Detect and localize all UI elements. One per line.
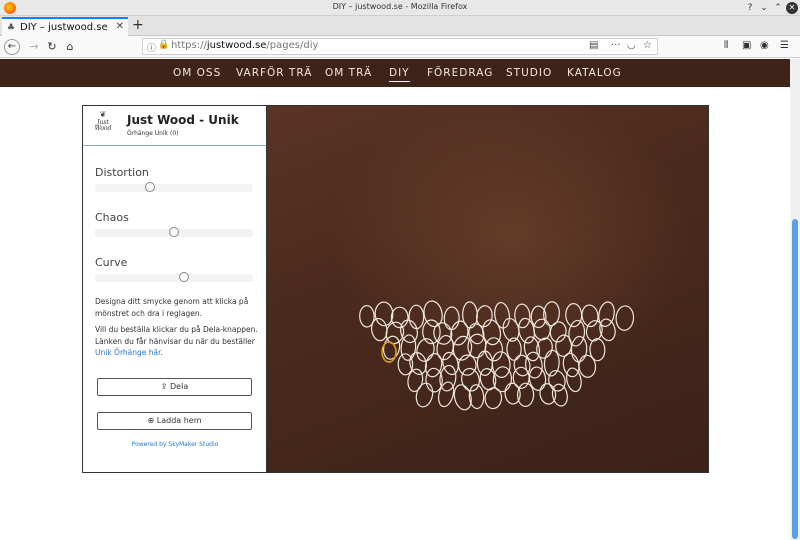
menu-icon[interactable]: ☰ [780, 40, 789, 51]
close-window-icon[interactable]: ✕ [786, 2, 798, 14]
share-button[interactable]: ⇪ Dela [97, 378, 252, 396]
forward-arrow-icon[interactable]: → [26, 39, 42, 55]
order-instructions: Vill du beställa klickar du på Dela-knap… [95, 325, 258, 357]
ring-pattern[interactable] [267, 106, 710, 474]
scrollbar-thumb[interactable] [792, 219, 798, 539]
nav-item-om-tra[interactable]: OM TRÄ [325, 67, 372, 79]
tab-close-icon[interactable]: ✕ [116, 21, 124, 32]
download-button[interactable]: ⊕ Ladda hem [97, 412, 252, 430]
unik-orhange-link[interactable]: Unik Örhänge här [95, 348, 161, 357]
panel-header: ❦ Just Wood Just Wood - Unik Örhänge Uni… [83, 106, 267, 146]
library-icon[interactable]: ⫴ [724, 40, 728, 51]
powered-by-link[interactable]: Powered by SkyMaker Studio [83, 441, 267, 448]
url-text[interactable]: https://justwood.se/pages/diy [171, 40, 318, 51]
pocket-icon[interactable]: ◡ [627, 40, 636, 51]
ring[interactable] [399, 319, 420, 345]
ring[interactable] [484, 387, 503, 410]
tree-favicon-icon: ♣ [7, 23, 16, 33]
reader-view-icon[interactable]: ▤ [589, 40, 598, 51]
distortion-label: Distortion [95, 166, 149, 179]
curve-slider-knob[interactable] [179, 272, 190, 282]
ring[interactable] [570, 335, 588, 363]
share-icon: ⇪ [160, 382, 168, 391]
ring[interactable] [565, 303, 583, 328]
ring[interactable] [476, 350, 494, 376]
tab-label: DIY – justwood.se [20, 22, 108, 33]
account-icon[interactable]: ◉ [760, 40, 769, 51]
curve-slider[interactable] [95, 272, 253, 282]
info-icon[interactable]: ⓘ [147, 41, 156, 54]
chaos-slider-knob[interactable] [169, 227, 179, 237]
ring[interactable] [523, 336, 542, 362]
nav-item-diy[interactable]: DIY [389, 67, 410, 82]
ring[interactable] [443, 306, 460, 331]
minimize-icon[interactable]: ⌄ [758, 2, 770, 14]
ring[interactable] [598, 317, 618, 342]
home-icon[interactable]: ⌂ [62, 39, 78, 55]
reload-icon[interactable]: ↻ [44, 39, 60, 55]
url-bar[interactable]: ⓘ 🔒 https://justwood.se/pages/diy ▤ ··· … [142, 38, 658, 55]
bookmark-star-icon[interactable]: ☆ [643, 40, 652, 51]
panel-subtitle: Örhänge Unik (0) [127, 130, 179, 137]
page-scrollbar[interactable] [790, 59, 800, 540]
ring[interactable] [406, 368, 424, 393]
panel-title: Just Wood - Unik [127, 113, 239, 127]
distortion-slider-knob[interactable] [145, 182, 156, 192]
ring[interactable] [549, 321, 567, 343]
ring[interactable] [390, 306, 409, 329]
tab-strip: ♣ DIY – justwood.se ✕ + [0, 16, 800, 36]
ring[interactable] [578, 354, 597, 378]
ring[interactable] [551, 383, 570, 407]
chaos-label: Chaos [95, 211, 129, 224]
design-canvas[interactable] [266, 105, 709, 473]
ring[interactable] [581, 304, 600, 328]
back-arrow-icon[interactable]: ← [4, 39, 20, 55]
nav-item-studio[interactable]: STUDIO [506, 67, 552, 79]
page-content: OM OSS VARFÖR TRÄ OM TRÄ DIY FÖREDRAG ST… [0, 59, 800, 540]
ring[interactable] [528, 366, 547, 392]
help-icon[interactable]: ? [744, 2, 756, 14]
chaos-slider[interactable] [95, 227, 253, 237]
ring[interactable] [493, 301, 511, 329]
ring[interactable] [452, 383, 474, 412]
lock-icon[interactable]: 🔒 [158, 40, 169, 50]
ring[interactable] [436, 380, 456, 408]
distortion-slider[interactable] [95, 182, 253, 192]
ring[interactable] [615, 305, 635, 331]
download-icon: ⊕ [147, 416, 155, 425]
ring[interactable] [414, 381, 435, 408]
ring[interactable] [568, 319, 586, 347]
window-titlebar: DIY – justwood.se - Mozilla Firefox ? ⌄ … [0, 0, 800, 16]
nav-item-foredrag[interactable]: FÖREDRAG [427, 67, 493, 79]
tab-diy[interactable]: ♣ DIY – justwood.se ✕ [2, 17, 128, 36]
just-wood-logo: ❦ Just Wood [89, 110, 117, 134]
design-panel: ❦ Just Wood Just Wood - Unik Örhänge Uni… [82, 105, 267, 473]
sidebar-icon[interactable]: ▣ [742, 40, 751, 51]
site-nav: OM OSS VARFÖR TRÄ OM TRÄ DIY FÖREDRAG ST… [0, 59, 790, 87]
curve-label: Curve [95, 256, 128, 269]
maximize-icon[interactable]: ⌃ [772, 2, 784, 14]
nav-item-om-oss[interactable]: OM OSS [173, 67, 221, 79]
design-instructions: Designa ditt smycke genom att klicka på … [95, 297, 249, 318]
nav-item-varfor-tra[interactable]: VARFÖR TRÄ [236, 67, 312, 79]
ring[interactable] [408, 304, 425, 330]
new-tab-button[interactable]: + [132, 17, 144, 33]
ring[interactable] [533, 318, 551, 341]
window-title: DIY – justwood.se - Mozilla Firefox [332, 2, 468, 11]
page-actions-icon[interactable]: ··· [611, 40, 621, 51]
nav-item-katalog[interactable]: KATALOG [567, 67, 622, 79]
navigation-toolbar: ← → ↻ ⌂ ⓘ 🔒 https://justwood.se/pages/di… [0, 36, 800, 58]
